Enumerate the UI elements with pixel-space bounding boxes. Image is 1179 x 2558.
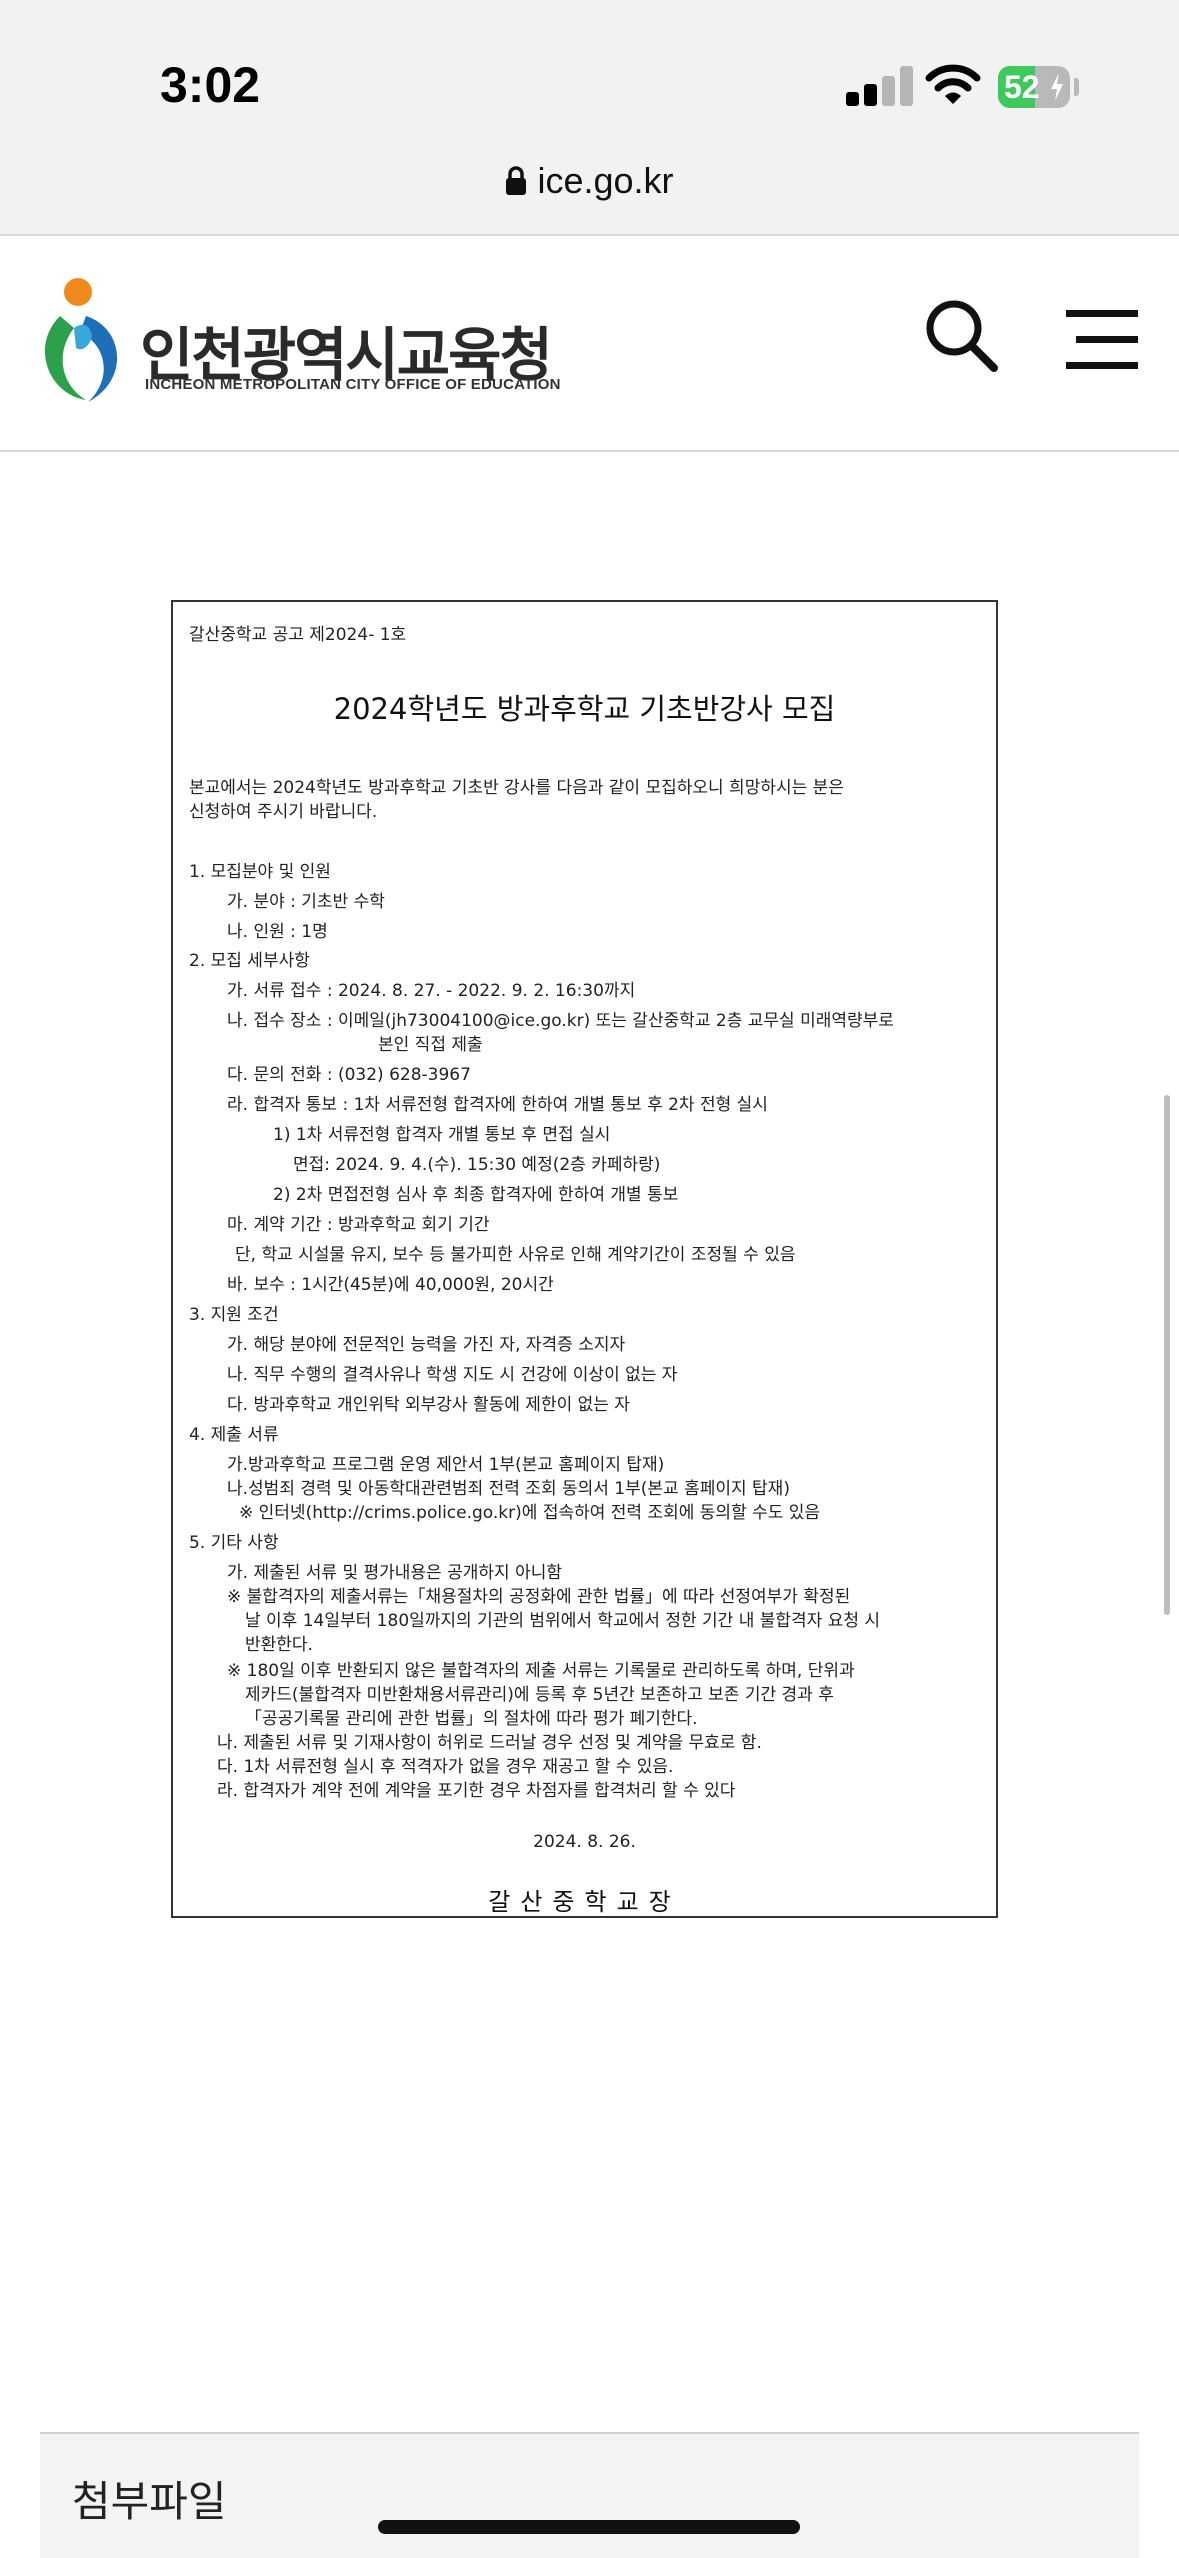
doc-line: 제카드(불합격자 미반환채용서류관리)에 등록 후 5년간 보존하고 보존 기간… xyxy=(245,1685,834,1705)
doc-line: 본인 직접 제출 xyxy=(378,1035,483,1055)
doc-line: 3. 지원 조건 xyxy=(189,1305,279,1325)
education-office-logo-icon[interactable] xyxy=(38,276,130,406)
doc-line: 본교에서는 2024학년도 방과후학교 기초반 강사를 다음과 같이 모집하오니… xyxy=(189,778,844,798)
doc-line: 가.방과후학교 프로그램 운영 제안서 1부(본교 홈페이지 탑재) xyxy=(227,1455,665,1475)
charging-bolt-icon xyxy=(1051,73,1063,101)
doc-line: 1) 1차 서류전형 합격자 개별 통보 후 면접 실시 xyxy=(273,1125,611,1145)
page-scrollbar[interactable] xyxy=(1164,1095,1170,1615)
doc-line: 라. 합격자 통보 : 1차 서류전형 합격자에 한하여 개별 통보 후 2차 … xyxy=(227,1095,768,1115)
doc-line: 가. 제출된 서류 및 평가내용은 공개하지 아니함 xyxy=(227,1563,562,1583)
doc-line: 반환한다. xyxy=(245,1635,313,1655)
doc-line: 2) 2차 면접전형 심사 후 최종 합격자에 한하여 개별 통보 xyxy=(273,1185,679,1205)
battery-nub xyxy=(1074,78,1079,96)
doc-line: 다. 문의 전화 : (032) 628-3967 xyxy=(227,1065,471,1085)
notice-document: 갈산중학교 공고 제2024- 1호 2024학년도 방과후학교 기초반강사 모… xyxy=(171,600,998,1918)
site-header: 인천광역시교육청 INCHEON METROPOLITAN CITY OFFIC… xyxy=(0,236,1179,452)
notice-number: 갈산중학교 공고 제2024- 1호 xyxy=(189,625,407,645)
doc-line: 나. 직무 수행의 결격사유나 학생 지도 시 건강에 이상이 없는 자 xyxy=(227,1365,678,1385)
doc-line: 다. 1차 서류전형 실시 후 적격자가 없을 경우 재공고 할 수 있음. xyxy=(217,1757,674,1777)
doc-line: 나.성범죄 경력 및 아동학대관련범죄 전력 조회 동의서 1부(본교 홈페이지… xyxy=(227,1479,790,1499)
doc-line: ※ 인터넷(http://crims.police.go.kr)에 접속하여 전… xyxy=(239,1503,821,1523)
doc-line: 2. 모집 세부사항 xyxy=(189,951,310,971)
attachments-title: 첨부파일 xyxy=(72,2477,227,2526)
doc-line: 바. 보수 : 1시간(45분)에 40,000원, 20시간 xyxy=(227,1275,554,1295)
doc-line: 5. 기타 사항 xyxy=(189,1533,279,1553)
status-time: 3:02 xyxy=(160,57,261,113)
doc-line: 가. 분야 : 기초반 수학 xyxy=(227,892,385,912)
doc-line: 라. 합격자가 계약 전에 계약을 포기한 경우 차점자를 합격처리 할 수 있… xyxy=(217,1781,736,1801)
doc-line: 가. 해당 분야에 전문적인 능력을 가진 자, 자격증 소지자 xyxy=(227,1335,626,1355)
doc-line: 나. 인원 : 1명 xyxy=(227,922,328,942)
notice-title: 2024학년도 방과후학교 기초반강사 모집 xyxy=(333,692,836,726)
battery-icon: 52 xyxy=(998,66,1070,108)
logo-english-text: INCHEON METROPOLITAN CITY OFFICE OF EDUC… xyxy=(145,376,561,393)
doc-line: 다. 방과후학교 개인위탁 외부강사 활동에 제한이 없는 자 xyxy=(227,1395,630,1415)
doc-line: 4. 제출 서류 xyxy=(189,1425,279,1445)
doc-line: 면접: 2024. 9. 4.(수). 15:30 예정(2층 카페하랑) xyxy=(293,1155,661,1175)
lock-icon xyxy=(506,166,527,195)
doc-line: 단, 학교 시설물 유지, 보수 등 불가피한 사유로 인해 계약기간이 조정될… xyxy=(235,1245,796,1265)
doc-line: 나. 접수 장소 : 이메일(jh73004100@ice.go.kr) 또는 … xyxy=(227,1011,894,1031)
cellular-signal-icon xyxy=(846,66,916,106)
doc-line: 「공공기록물 관리에 관한 법률」의 절차에 따라 평가 폐기한다. xyxy=(245,1709,698,1729)
doc-line: 1. 모집분야 및 인원 xyxy=(189,862,331,882)
notice-signature: 갈산중학교장 xyxy=(488,1888,681,1916)
doc-line: 마. 계약 기간 : 방과후학교 회기 기간 xyxy=(227,1215,490,1235)
hamburger-menu-icon[interactable] xyxy=(1066,308,1138,370)
wifi-icon xyxy=(925,64,981,104)
doc-line: 나. 제출된 서류 및 기재사항이 허위로 드러날 경우 선정 및 계약을 무효… xyxy=(217,1733,762,1753)
url-text: ice.go.kr xyxy=(537,160,674,201)
doc-line: 신청하여 주시기 바랍니다. xyxy=(189,802,378,822)
doc-line: ※ 180일 이후 반환되지 않은 불합격자의 제출 서류는 기록물로 관리하도… xyxy=(227,1661,855,1681)
doc-line: 가. 서류 접수 : 2024. 8. 27. - 2022. 9. 2. 16… xyxy=(227,981,636,1001)
doc-line: ※ 불합격자의 제출서류는「채용절차의 공정화에 관한 법률」에 따라 선정여부… xyxy=(227,1587,851,1607)
search-icon[interactable] xyxy=(924,298,1000,374)
doc-line: 날 이후 14일부터 180일까지의 기관의 범위에서 학교에서 정한 기간 내… xyxy=(245,1611,881,1631)
url-bar[interactable]: ice.go.kr xyxy=(0,160,1179,202)
notice-date: 2024. 8. 26. xyxy=(533,1832,636,1852)
home-indicator[interactable] xyxy=(378,2520,800,2534)
attachments-section: 첨부파일 xyxy=(40,2432,1139,2558)
browser-chrome: 3:02 52 ice.go.kr xyxy=(0,0,1179,236)
